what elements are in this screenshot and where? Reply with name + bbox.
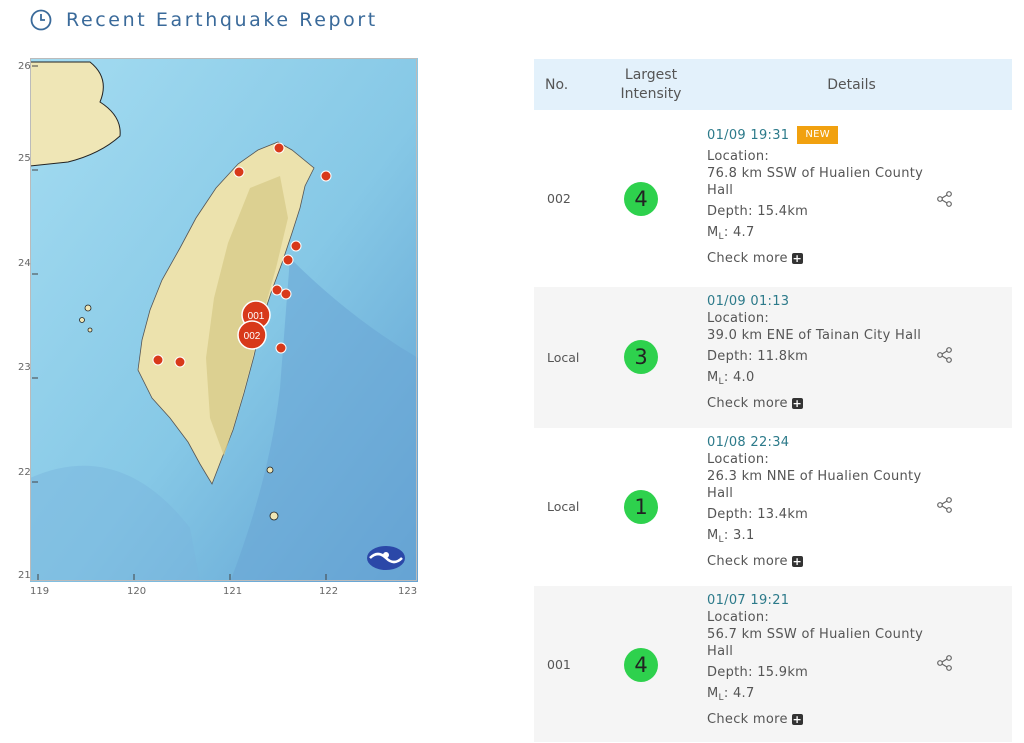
header-no: No. — [545, 76, 569, 93]
lon-label: 119 — [30, 586, 50, 597]
row-datetime: 01/09 19:31 — [707, 127, 790, 143]
depth-text: Depth: 15.9km — [707, 665, 809, 680]
lat-label: 22 — [18, 467, 31, 478]
row-details: 01/09 19:31 NEW Location: 76.8 km SSW of … — [707, 126, 927, 267]
intensity-badge: 4 — [624, 182, 658, 216]
header-intensity-line1: Largest — [624, 66, 678, 83]
row-datetime: 01/07 19:21 — [707, 593, 790, 608]
plus-icon[interactable]: + — [791, 556, 803, 567]
header-details: Details — [827, 76, 876, 93]
row-no: 002 — [547, 191, 571, 206]
magnitude-text: ML: 4.0 — [707, 370, 755, 387]
page-header: Recent Earthquake Report — [30, 6, 378, 34]
check-more-link[interactable]: Check more + — [707, 250, 927, 267]
row-details: 01/09 01:13 Location: 39.0 km ENE of Tai… — [707, 293, 927, 412]
share-icon[interactable] — [936, 346, 954, 364]
new-badge: NEW — [797, 126, 838, 144]
table-row[interactable]: Local 1 01/08 22:34 Location: 26.3 km NN… — [534, 428, 1012, 586]
lon-label: 120 — [127, 586, 147, 597]
location-label: Location: — [707, 311, 770, 326]
depth-text: Depth: 13.4km — [707, 507, 809, 522]
earthquake-table: No. Largest Intensity Details 002 4 01/0… — [534, 59, 1012, 742]
lat-label: 25 — [18, 153, 31, 164]
magnitude-text: ML: 3.1 — [707, 528, 755, 545]
row-datetime: 01/09 01:13 — [707, 294, 790, 309]
location-text: 39.0 km ENE of Tainan City Hall — [707, 328, 922, 343]
table-row[interactable]: 001 4 01/07 19:21 Location: 56.7 km SSW … — [534, 586, 1012, 742]
magnitude-text: ML: 4.7 — [707, 686, 755, 703]
share-icon[interactable] — [936, 496, 954, 514]
lon-label: 122 — [319, 586, 339, 597]
row-no: Local — [547, 499, 580, 514]
location-label: Location: — [707, 452, 770, 467]
row-no: 001 — [547, 657, 571, 672]
location-text: 26.3 km NNE of Hualien County Hall — [707, 469, 922, 501]
row-details: 01/07 19:21 Location: 56.7 km SSW of Hua… — [707, 592, 927, 728]
page-title: Recent Earthquake Report — [66, 9, 378, 31]
table-row[interactable]: Local 3 01/09 01:13 Location: 39.0 km EN… — [534, 287, 1012, 428]
row-details: 01/08 22:34 Location: 26.3 km NNE of Hua… — [707, 434, 927, 570]
location-text: 76.8 km SSW of Hualien County Hall — [707, 166, 924, 198]
location-text: 56.7 km SSW of Hualien County Hall — [707, 627, 924, 659]
check-more-link[interactable]: Check more + — [707, 711, 927, 728]
lat-label: 24 — [18, 258, 31, 269]
plus-icon[interactable]: + — [791, 398, 803, 409]
table-row[interactable]: 002 4 01/09 19:31 NEW Location: 76.8 km S… — [534, 110, 1012, 287]
plus-icon[interactable]: + — [791, 253, 803, 264]
location-label: Location: — [707, 149, 770, 164]
clock-icon — [30, 9, 52, 31]
intensity-badge: 3 — [624, 340, 658, 374]
lon-label: 121 — [223, 586, 243, 597]
share-icon[interactable] — [936, 190, 954, 208]
share-icon[interactable] — [936, 654, 954, 672]
lat-label: 23 — [18, 362, 31, 373]
table-header: No. Largest Intensity Details — [534, 59, 1012, 110]
header-intensity-line2: Intensity — [620, 85, 682, 102]
earthquake-map[interactable]: 001 002 — [29, 58, 418, 582]
row-no: Local — [547, 350, 580, 365]
intensity-badge: 4 — [624, 648, 658, 682]
lat-label: 26 — [18, 61, 31, 72]
depth-text: Depth: 11.8km — [707, 349, 809, 364]
magnitude-text: ML: 4.7 — [707, 225, 755, 242]
plus-icon[interactable]: + — [791, 714, 803, 725]
intensity-badge: 1 — [624, 490, 658, 524]
check-more-link[interactable]: Check more + — [707, 395, 927, 412]
lat-label: 21 — [18, 570, 31, 581]
map-frame — [30, 58, 417, 581]
depth-text: Depth: 15.4km — [707, 204, 809, 219]
check-more-link[interactable]: Check more + — [707, 553, 927, 570]
row-datetime: 01/08 22:34 — [707, 435, 790, 450]
lon-label: 123 — [398, 586, 418, 597]
location-label: Location: — [707, 610, 770, 625]
